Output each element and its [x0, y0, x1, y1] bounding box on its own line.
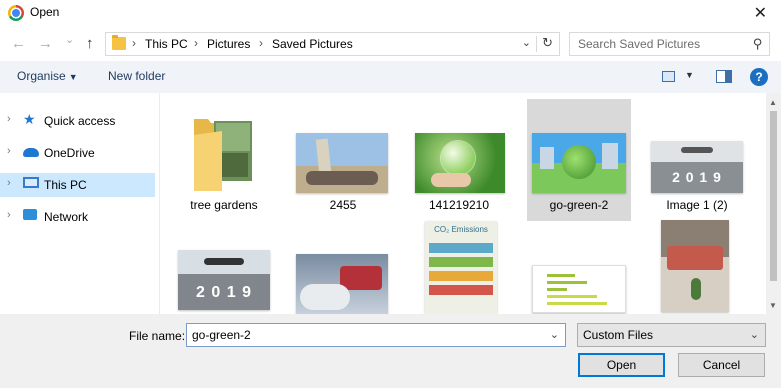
search-input[interactable]: Search Saved Pictures ⚲ — [569, 32, 770, 56]
vertical-scrollbar[interactable]: ▲ ▼ — [766, 93, 781, 314]
navigation-pane: › ★ Quick access › OneDrive › This PC › … — [0, 93, 160, 314]
star-icon: ★ — [23, 111, 36, 127]
breadcrumb-saved-pictures[interactable]: Saved Pictures — [272, 37, 353, 51]
back-arrow-icon[interactable]: ← — [11, 35, 26, 52]
file-name-label: File name: — [129, 329, 186, 343]
organise-label: Organise — [17, 69, 66, 83]
folder-icon — [192, 113, 256, 193]
sidebar-item-onedrive[interactable]: › OneDrive — [0, 141, 155, 165]
open-button[interactable]: Open — [578, 353, 665, 377]
command-toolbar: Organise ▼ New folder ▼ ? — [0, 61, 781, 93]
search-icon[interactable]: ⚲ — [753, 36, 763, 52]
file-list: tree gardens 2455 141219210 go-green-2 2… — [162, 93, 766, 314]
file-name: 2455 — [329, 198, 357, 212]
navigation-bar: ← → ⌄ ↑ › This PC › Pictures › Saved Pic… — [0, 29, 781, 61]
sidebar-item-label: Quick access — [44, 114, 116, 128]
view-options-caret-icon[interactable]: ▼ — [685, 70, 694, 80]
change-view-icon[interactable] — [662, 71, 675, 82]
co2-title: CO₂ Emissions — [434, 225, 488, 234]
image-thumbnail: 2 0 1 9 — [178, 250, 270, 310]
dialog-footer: File name: go-green-2 ⌄ Custom Files ⌄ O… — [0, 314, 781, 388]
scroll-down-arrow-icon[interactable]: ▼ — [769, 301, 777, 310]
title-bar: Open ✕ — [0, 0, 781, 26]
file-name-value: go-green-2 — [192, 328, 251, 342]
organise-button[interactable]: Organise ▼ — [17, 69, 78, 83]
breadcrumb-this-pc[interactable]: This PC — [145, 37, 188, 51]
file-item-141219210[interactable]: 141219210 — [407, 99, 511, 221]
file-item-tree-gardens[interactable]: tree gardens — [172, 99, 276, 221]
image-thumbnail — [661, 220, 729, 312]
computer-icon — [23, 177, 39, 188]
refresh-icon[interactable]: ↻ — [542, 35, 553, 51]
sidebar-item-label: OneDrive — [44, 146, 95, 160]
breadcrumb-separator: › — [259, 36, 263, 50]
file-item-2455[interactable]: 2455 — [291, 99, 395, 221]
address-divider — [536, 36, 537, 52]
file-item[interactable] — [645, 208, 749, 314]
address-bar[interactable]: › This PC › Pictures › Saved Pictures ⌄ … — [105, 32, 560, 56]
sidebar-item-quick-access[interactable]: › ★ Quick access — [0, 109, 155, 133]
file-type-select[interactable]: Custom Files ⌄ — [577, 323, 766, 347]
expand-chevron-icon[interactable]: › — [7, 209, 11, 221]
address-dropdown-icon[interactable]: ⌄ — [522, 36, 531, 49]
expand-chevron-icon[interactable]: › — [7, 113, 11, 125]
close-icon[interactable]: ✕ — [754, 3, 767, 23]
runway-year-text: 2 0 1 9 — [196, 284, 252, 301]
file-item-image-1-2[interactable]: 2 0 1 9 Image 1 (2) — [645, 99, 749, 221]
window-title: Open — [30, 5, 60, 19]
sidebar-item-label: This PC — [44, 178, 87, 192]
file-item[interactable] — [527, 223, 631, 314]
cancel-button[interactable]: Cancel — [678, 353, 765, 377]
scroll-up-arrow-icon[interactable]: ▲ — [769, 98, 777, 107]
file-name-input[interactable]: go-green-2 ⌄ — [186, 323, 566, 347]
network-icon — [23, 209, 37, 220]
file-type-value: Custom Files — [583, 328, 654, 342]
chrome-icon — [8, 5, 24, 21]
file-type-dropdown-icon[interactable]: ⌄ — [750, 328, 759, 341]
folder-icon — [112, 35, 126, 50]
sidebar-item-this-pc[interactable]: › This PC — [0, 173, 155, 197]
file-name: tree gardens — [190, 198, 258, 212]
caret-down-icon: ▼ — [68, 72, 78, 82]
breadcrumb-pictures[interactable]: Pictures — [207, 37, 250, 51]
breadcrumb-separator: › — [194, 36, 198, 50]
recent-locations-chevron-icon[interactable]: ⌄ — [65, 33, 74, 46]
cloud-icon — [23, 148, 39, 157]
file-item-go-green-2[interactable]: go-green-2 — [527, 99, 631, 221]
breadcrumb-separator: › — [132, 36, 136, 50]
runway-year-text: 2 0 1 9 — [672, 169, 722, 185]
file-item[interactable] — [291, 223, 395, 314]
image-thumbnail: 2 0 1 9 — [651, 141, 743, 193]
sidebar-item-network[interactable]: › Network — [0, 205, 155, 229]
file-item[interactable]: 2 0 1 9 — [172, 223, 276, 314]
file-item[interactable]: CO₂ Emissions — [407, 208, 511, 314]
image-thumbnail — [532, 265, 626, 313]
image-thumbnail — [415, 133, 505, 193]
up-arrow-icon[interactable]: ↑ — [86, 35, 94, 52]
expand-chevron-icon[interactable]: › — [7, 145, 11, 157]
image-thumbnail — [532, 133, 626, 193]
new-folder-button[interactable]: New folder — [108, 69, 165, 83]
file-name: go-green-2 — [549, 198, 609, 212]
forward-arrow-icon[interactable]: → — [38, 35, 53, 52]
scrollbar-thumb[interactable] — [770, 111, 777, 281]
help-icon[interactable]: ? — [750, 68, 768, 86]
expand-chevron-icon[interactable]: › — [7, 177, 11, 189]
image-thumbnail: CO₂ Emissions — [425, 221, 497, 314]
image-thumbnail — [296, 254, 388, 314]
file-name-dropdown-icon[interactable]: ⌄ — [550, 328, 559, 341]
search-placeholder: Search Saved Pictures — [578, 37, 701, 51]
image-thumbnail — [296, 133, 388, 193]
preview-pane-icon[interactable] — [716, 70, 732, 83]
sidebar-item-label: Network — [44, 210, 89, 224]
